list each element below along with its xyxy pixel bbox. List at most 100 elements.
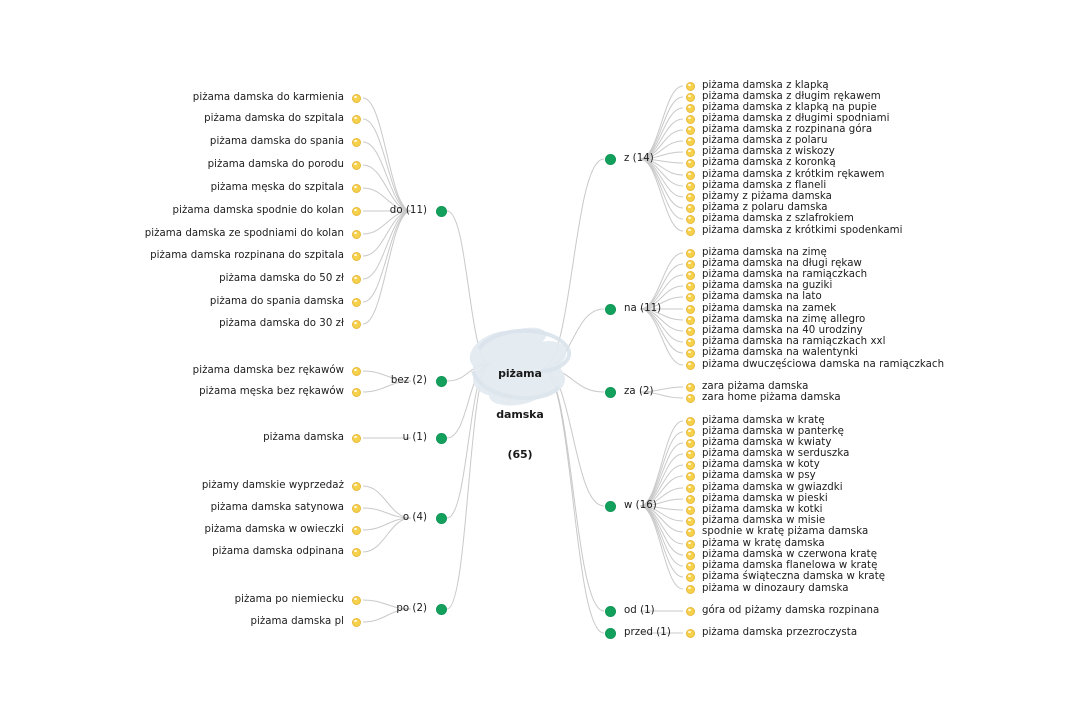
leaf-label[interactable]: piżama damska spodnie do kolan: [0, 205, 344, 217]
leaf-label[interactable]: piżama damska przezroczysta: [702, 627, 857, 639]
leaf-label[interactable]: piżama damska do karmienia: [0, 92, 344, 104]
leaf-label[interactable]: piżama damska odpinana: [0, 546, 344, 558]
leaf-node[interactable]: [351, 229, 361, 239]
leaf-node[interactable]: [351, 137, 361, 147]
leaf-node[interactable]: [685, 192, 695, 202]
leaf-label[interactable]: piżama damska z szlafrokiem: [702, 213, 854, 225]
leaf-node[interactable]: [685, 606, 695, 616]
leaf-node[interactable]: [685, 360, 695, 370]
leaf-node[interactable]: [685, 427, 695, 437]
leaf-label[interactable]: piżama męska bez rękawów: [0, 386, 344, 398]
leaf-label[interactable]: piżama damska do spania: [0, 136, 344, 148]
leaf-node[interactable]: [685, 181, 695, 191]
leaf-label[interactable]: piżama damska na walentynki: [702, 347, 858, 359]
leaf-node[interactable]: [685, 170, 695, 180]
leaf-node[interactable]: [685, 248, 695, 258]
branch-node-bez[interactable]: [435, 375, 447, 387]
leaf-label[interactable]: piżama w dinozaury damska: [702, 583, 849, 595]
leaf-node[interactable]: [685, 527, 695, 537]
leaf-node[interactable]: [351, 595, 361, 605]
branch-node-o[interactable]: [435, 512, 447, 524]
branch-node-do[interactable]: [435, 205, 447, 217]
leaf-label[interactable]: piżama damska do porodu: [0, 159, 344, 171]
leaf-node[interactable]: [685, 438, 695, 448]
leaf-node[interactable]: [351, 297, 361, 307]
branch-node-po[interactable]: [435, 603, 447, 615]
leaf-node[interactable]: [685, 136, 695, 146]
leaf-node[interactable]: [685, 226, 695, 236]
leaf-label[interactable]: piżamy damskie wyprzedaż: [0, 480, 344, 492]
leaf-node[interactable]: [685, 203, 695, 213]
leaf-node[interactable]: [685, 158, 695, 168]
branch-label-przed[interactable]: przed (1): [624, 627, 671, 639]
leaf-node[interactable]: [685, 270, 695, 280]
leaf-node[interactable]: [685, 550, 695, 560]
leaf-node[interactable]: [685, 584, 695, 594]
leaf-label[interactable]: piżama damska na lato: [702, 291, 822, 303]
leaf-label[interactable]: piżama damska rozpinana do szpitala: [0, 250, 344, 262]
leaf-node[interactable]: [351, 206, 361, 216]
leaf-node[interactable]: [685, 147, 695, 157]
branch-node-u[interactable]: [435, 432, 447, 444]
leaf-label[interactable]: piżama damska pl: [0, 616, 344, 628]
leaf-node[interactable]: [685, 393, 695, 403]
leaf-node[interactable]: [351, 93, 361, 103]
leaf-label[interactable]: piżama męska do szpitala: [0, 182, 344, 194]
leaf-node[interactable]: [685, 516, 695, 526]
leaf-label[interactable]: piżama damska satynowa: [0, 502, 344, 514]
leaf-node[interactable]: [351, 617, 361, 627]
leaf-label[interactable]: piżama damska do szpitala: [0, 113, 344, 125]
leaf-node[interactable]: [685, 460, 695, 470]
leaf-node[interactable]: [685, 572, 695, 582]
branch-node-za[interactable]: [604, 386, 616, 398]
leaf-node[interactable]: [685, 494, 695, 504]
leaf-node[interactable]: [351, 114, 361, 124]
leaf-label[interactable]: piżama damska z koronką: [702, 157, 836, 169]
leaf-node[interactable]: [351, 160, 361, 170]
branch-node-od[interactable]: [604, 605, 616, 617]
branch-label-za[interactable]: za (2): [624, 386, 654, 398]
leaf-node[interactable]: [685, 382, 695, 392]
leaf-node[interactable]: [685, 628, 695, 638]
leaf-node[interactable]: [685, 483, 695, 493]
leaf-node[interactable]: [351, 433, 361, 443]
branch-label-od[interactable]: od (1): [624, 605, 655, 617]
leaf-node[interactable]: [685, 449, 695, 459]
leaf-node[interactable]: [685, 92, 695, 102]
leaf-node[interactable]: [685, 304, 695, 314]
leaf-node[interactable]: [685, 416, 695, 426]
leaf-node[interactable]: [685, 125, 695, 135]
leaf-node[interactable]: [351, 274, 361, 284]
leaf-node[interactable]: [685, 561, 695, 571]
leaf-label[interactable]: piżama damska w owieczki: [0, 524, 344, 536]
leaf-node[interactable]: [685, 103, 695, 113]
leaf-node[interactable]: [351, 251, 361, 261]
branch-label-w[interactable]: w (16): [624, 500, 657, 512]
branch-label-na[interactable]: na (11): [624, 303, 661, 315]
leaf-label[interactable]: góra od piżamy damska rozpinana: [702, 605, 879, 617]
leaf-node[interactable]: [351, 481, 361, 491]
leaf-node[interactable]: [351, 366, 361, 376]
leaf-node[interactable]: [351, 387, 361, 397]
leaf-label[interactable]: piżama damska ze spodniami do kolan: [0, 228, 344, 240]
leaf-label[interactable]: piżama dwuczęściowa damska na ramiączkac…: [702, 359, 944, 371]
leaf-node[interactable]: [685, 539, 695, 549]
branch-node-na[interactable]: [604, 303, 616, 315]
leaf-node[interactable]: [685, 315, 695, 325]
leaf-node[interactable]: [351, 503, 361, 513]
leaf-node[interactable]: [351, 525, 361, 535]
leaf-label[interactable]: spodnie w kratę piżama damska: [702, 526, 868, 538]
leaf-node[interactable]: [351, 183, 361, 193]
leaf-node[interactable]: [685, 337, 695, 347]
leaf-label[interactable]: zara home piżama damska: [702, 392, 841, 404]
branch-node-w[interactable]: [604, 500, 616, 512]
leaf-node[interactable]: [685, 292, 695, 302]
leaf-label[interactable]: piżama damska do 30 zł: [0, 318, 344, 330]
leaf-node[interactable]: [351, 319, 361, 329]
leaf-node[interactable]: [351, 547, 361, 557]
leaf-label[interactable]: piżama po niemiecku: [0, 594, 344, 606]
leaf-node[interactable]: [685, 471, 695, 481]
branch-node-z[interactable]: [604, 153, 616, 165]
branch-node-przed[interactable]: [604, 627, 616, 639]
leaf-node[interactable]: [685, 281, 695, 291]
